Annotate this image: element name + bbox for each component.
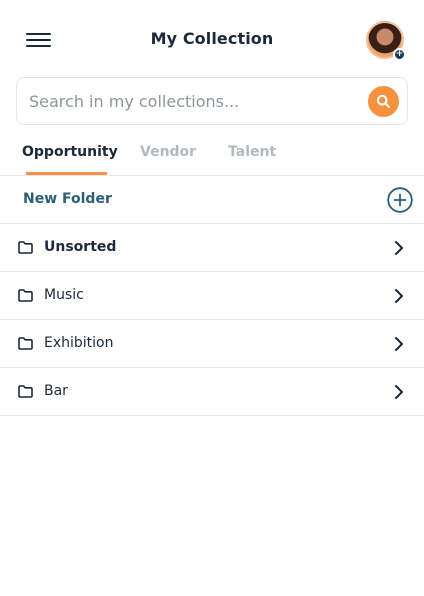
search-input[interactable] [29,78,369,124]
tab-vendor[interactable]: Vendor [140,144,196,160]
page-title: My Collection [150,29,274,48]
folder-name: Music [44,287,84,303]
new-folder-link[interactable]: New Folder [23,191,112,207]
avatar-add-badge: + [393,48,406,61]
folder-icon [18,241,33,254]
chevron-right-icon [395,385,403,399]
folder-name: Exhibition [44,335,114,351]
folder-icon [18,289,33,302]
folder-name: Bar [44,383,68,399]
tab-bar: Opportunity Vendor Talent [0,136,424,176]
folder-row-music[interactable]: Music [0,272,424,320]
folder-row-exhibition[interactable]: Exhibition [0,320,424,368]
folder-name: Unsorted [44,239,117,255]
search-button[interactable] [368,86,399,117]
folder-icon [18,385,33,398]
tab-talent[interactable]: Talent [228,144,276,160]
new-folder-row: New Folder [0,176,424,224]
plus-circle-icon[interactable] [387,187,413,213]
tab-opportunity[interactable]: Opportunity [22,144,118,160]
active-tab-indicator [26,172,107,175]
app-header: My Collection + [0,0,424,78]
avatar[interactable]: + [366,21,406,61]
search-box [16,77,408,125]
folder-row-bar[interactable]: Bar [0,368,424,416]
folder-icon [18,337,33,350]
search-icon [376,94,390,108]
chevron-right-icon [395,289,403,303]
chevron-right-icon [395,241,403,255]
chevron-right-icon [395,337,403,351]
folder-row-unsorted[interactable]: Unsorted [0,224,424,272]
